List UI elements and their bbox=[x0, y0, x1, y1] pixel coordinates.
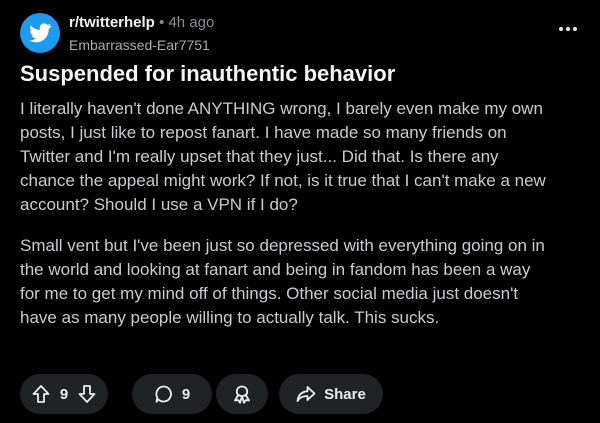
upvote-button[interactable] bbox=[32, 384, 50, 404]
post-body: I literally haven't done ANYTHING wrong,… bbox=[20, 97, 585, 347]
share-arrow-icon bbox=[296, 386, 316, 402]
subreddit-avatar[interactable] bbox=[20, 13, 60, 53]
comment-count: 9 bbox=[181, 385, 191, 403]
more-options-button[interactable] bbox=[556, 17, 580, 41]
vote-count: 9 bbox=[59, 385, 69, 403]
upvote-arrow-icon bbox=[32, 385, 50, 403]
author-link[interactable]: Embarrassed-Ear7751 bbox=[69, 36, 210, 54]
body-line: chance the appeal might work? If not, is… bbox=[20, 171, 546, 190]
downvote-button[interactable] bbox=[78, 384, 96, 404]
share-label: Share bbox=[324, 385, 366, 403]
share-button[interactable]: Share bbox=[279, 374, 383, 414]
body-line: Twitter and I'm really upset that they j… bbox=[20, 147, 499, 166]
more-horizontal-icon bbox=[559, 27, 577, 31]
body-line: the world and looking at fanart and bein… bbox=[20, 260, 531, 279]
post-card: r/twitterhelp • 4h ago Embarrassed-Ear77… bbox=[0, 0, 600, 423]
body-line: account? Should I use a VPN if I do? bbox=[20, 195, 298, 214]
meta-separator: • bbox=[159, 14, 165, 31]
comments-button[interactable]: 9 bbox=[132, 374, 212, 414]
body-paragraph: Small vent but I've been just so depress… bbox=[20, 234, 585, 330]
body-line: posts, I just like to repost fanart. I h… bbox=[20, 123, 507, 142]
comment-bubble-icon bbox=[155, 385, 172, 403]
body-line: Small vent but I've been just so depress… bbox=[20, 236, 545, 255]
award-icon bbox=[234, 385, 250, 404]
subreddit-line: r/twitterhelp • 4h ago bbox=[69, 14, 214, 32]
body-paragraph: I literally haven't done ANYTHING wrong,… bbox=[20, 97, 585, 217]
body-line: I literally haven't done ANYTHING wrong,… bbox=[20, 99, 543, 118]
post-title[interactable]: Suspended for inauthentic behavior bbox=[20, 60, 580, 88]
body-line: have as many people willing to actually … bbox=[20, 308, 440, 327]
post-time: 4h ago bbox=[168, 14, 215, 31]
twitter-bird-icon bbox=[29, 23, 51, 43]
downvote-arrow-icon bbox=[78, 385, 96, 403]
post-actions: 9 9 Share bbox=[20, 374, 580, 414]
subreddit-link[interactable]: r/twitterhelp bbox=[69, 14, 155, 31]
post-header: r/twitterhelp • 4h ago Embarrassed-Ear77… bbox=[20, 11, 580, 55]
award-button[interactable] bbox=[216, 374, 268, 414]
body-line: for me to get my mind off of things. Oth… bbox=[20, 284, 519, 303]
vote-control: 9 bbox=[20, 374, 108, 414]
